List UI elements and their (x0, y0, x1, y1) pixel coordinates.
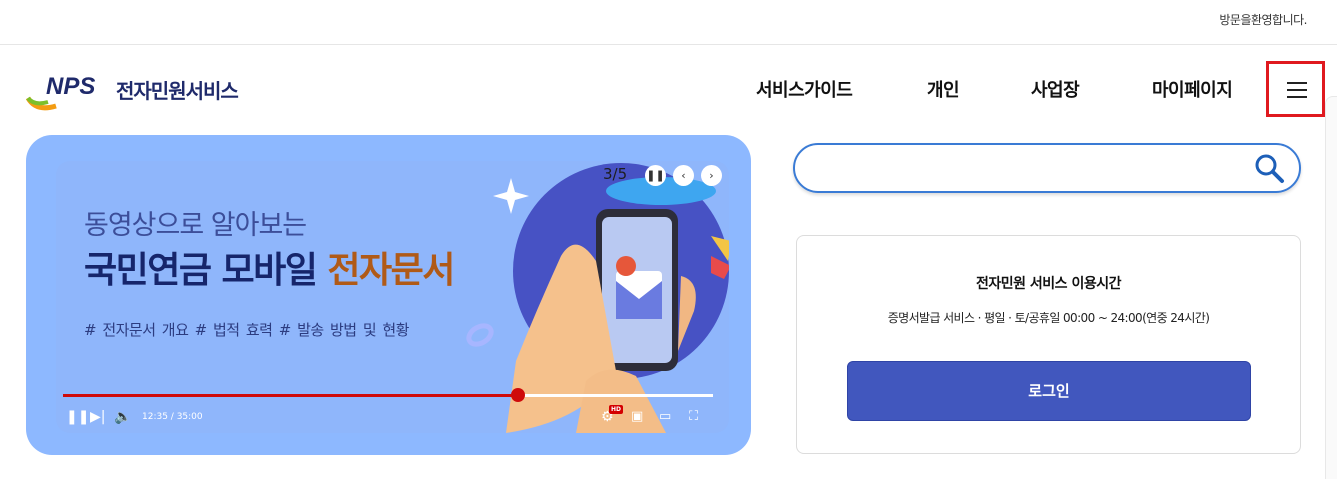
login-button[interactable]: 로그인 (847, 361, 1251, 421)
hamburger-icon (1287, 82, 1307, 84)
banner-title: 국민연금 모바일 전자문서 (84, 241, 455, 293)
video-fullscreen-icon[interactable]: ⛶ (689, 409, 698, 424)
video-pause-icon[interactable]: ❚❚ (66, 409, 89, 425)
hamburger-icon-bar (1287, 89, 1307, 91)
hamburger-menu-button[interactable] (1266, 61, 1325, 117)
banner-title-highlight: 전자문서 (327, 250, 455, 291)
video-progress-knob[interactable] (511, 388, 525, 402)
search-icon[interactable] (1253, 152, 1285, 184)
hd-badge: HD (609, 405, 624, 414)
video-player[interactable]: 동영상으로 알아보는 국민연금 모바일 전자문서 # 전자문서 개요 # 법적 … (56, 161, 729, 433)
nav-business[interactable]: 사업장 (1031, 76, 1080, 102)
pause-slide-button[interactable]: ❚❚ (645, 165, 666, 186)
search-box (793, 143, 1301, 193)
banner-tags: # 전자문서 개요 # 법적 효력 # 발송 방법 및 현황 (84, 321, 410, 339)
video-progress-fill (63, 394, 518, 397)
hamburger-icon-bar (1287, 96, 1307, 98)
service-hours-panel: 전자민원 서비스 이용시간 증명서발급 서비스 · 평일 · 토/공휴일 00:… (796, 235, 1301, 454)
slide-counter: 3/5 (603, 165, 628, 183)
nav-service-guide[interactable]: 서비스가이드 (756, 76, 853, 102)
service-hours-text: 증명서발급 서비스 · 평일 · 토/공휴일 00:00 ~ 24:00(연중 … (887, 311, 1210, 325)
video-theater-icon[interactable]: ▭ (659, 409, 671, 424)
service-hours-title: 전자민원 서비스 이용시간 (976, 276, 1121, 292)
video-next-icon[interactable]: ▶| (90, 409, 105, 425)
banner-title-main: 국민연금 모바일 (84, 250, 328, 291)
welcome-text: 방문을환영합니다. (1219, 13, 1307, 27)
site-name: 전자민원서비스 (116, 79, 239, 103)
video-progress-bar[interactable] (63, 388, 713, 402)
next-slide-button[interactable]: › (701, 165, 722, 186)
video-volume-icon[interactable]: 🔈 (114, 409, 131, 425)
nav-personal[interactable]: 개인 (927, 76, 960, 102)
promo-banner[interactable]: 동영상으로 알아보는 국민연금 모바일 전자문서 # 전자문서 개요 # 법적 … (26, 135, 751, 455)
nps-logo[interactable]: NPS 전자민원서비스 (25, 72, 266, 114)
video-miniplayer-icon[interactable]: ▣ (631, 409, 643, 424)
video-time: 12:35 / 35:00 (142, 412, 203, 422)
prev-slide-button[interactable]: ‹ (673, 165, 694, 186)
logo-letters: NPS (46, 73, 95, 100)
phone-hand-illustration-icon (506, 163, 729, 433)
search-input[interactable] (815, 155, 1235, 181)
scrollbar[interactable] (1325, 96, 1337, 479)
banner-subtitle: 동영상으로 알아보는 (84, 210, 307, 241)
nps-logo-mark-icon: NPS (25, 73, 95, 111)
nav-mypage[interactable]: 마이페이지 (1152, 76, 1233, 102)
top-utility-bar: 방문을환영합니다. (0, 0, 1337, 45)
